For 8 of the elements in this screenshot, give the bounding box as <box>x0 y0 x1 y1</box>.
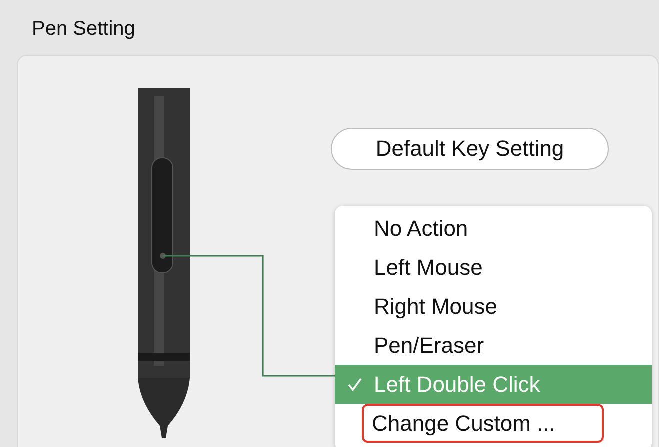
section-title: Pen Setting <box>31 18 136 42</box>
menu-item[interactable]: No Action <box>335 209 652 248</box>
menu-item[interactable]: Pen/Eraser <box>335 326 652 365</box>
menu-item[interactable]: Left Mouse <box>335 248 652 287</box>
menu-item[interactable]: Right Mouse <box>335 287 652 326</box>
checkmark-icon <box>348 378 362 392</box>
menu-item[interactable]: Change Custom ... <box>362 404 604 443</box>
default-key-setting-button[interactable]: Default Key Setting <box>331 128 609 170</box>
